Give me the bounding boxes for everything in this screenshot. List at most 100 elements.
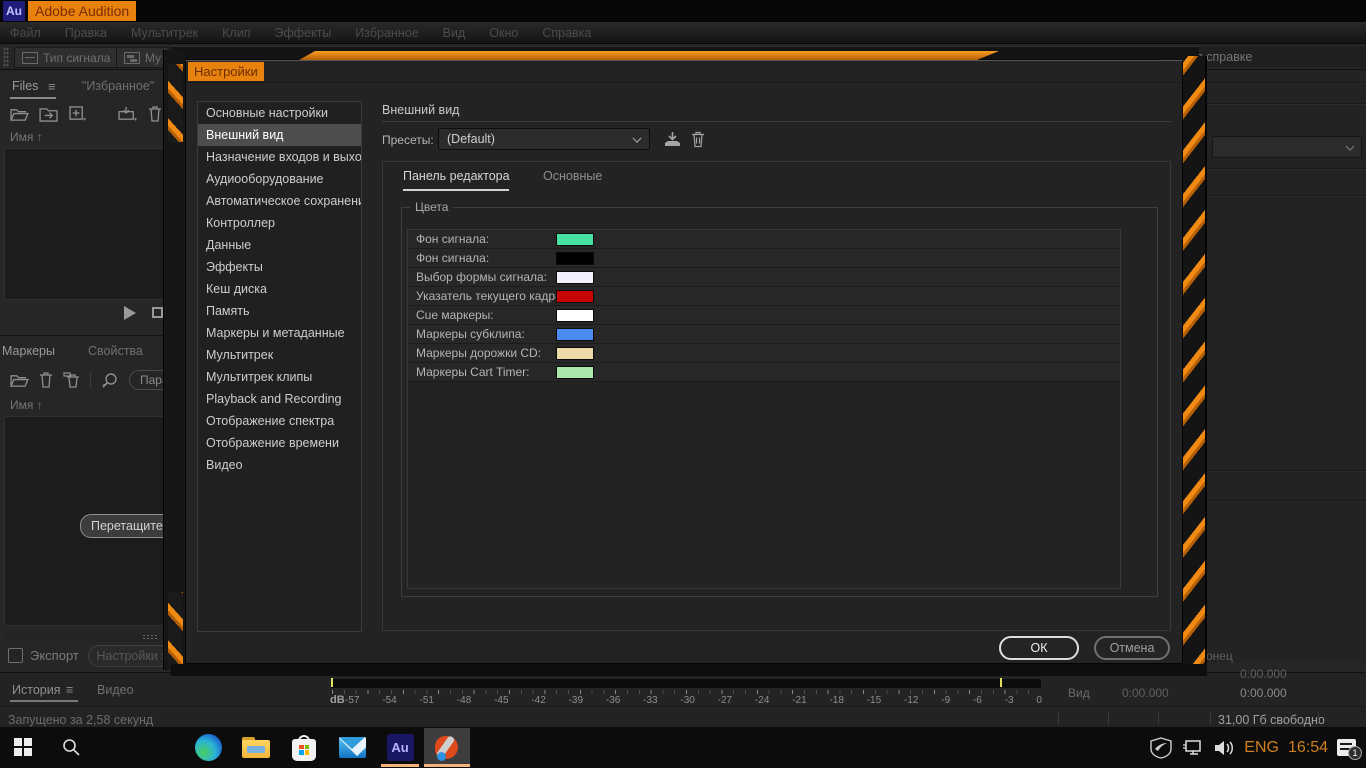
- trash-icon[interactable]: [148, 106, 162, 122]
- category-item[interactable]: Основные настройки: [198, 102, 361, 124]
- markers-name-column-header[interactable]: Имя ↑: [10, 398, 43, 412]
- category-item[interactable]: Playback and Recording: [198, 388, 361, 410]
- files-panel-menu-icon[interactable]: ≡: [48, 79, 56, 94]
- category-item[interactable]: Кеш диска: [198, 278, 361, 300]
- panel-divider: [1206, 470, 1366, 471]
- batch-export-icon[interactable]: [118, 106, 138, 122]
- presets-dropdown[interactable]: (Default): [438, 128, 650, 150]
- play-button[interactable]: [124, 306, 136, 320]
- color-setting-row[interactable]: Фон сигнала:: [408, 230, 1120, 249]
- save-preset-icon[interactable]: [664, 131, 681, 148]
- color-setting-row[interactable]: Маркеры дорожки CD:: [408, 344, 1120, 363]
- tab-markers[interactable]: Маркеры: [2, 344, 55, 358]
- language-indicator[interactable]: ENG: [1244, 739, 1279, 757]
- color-swatch[interactable]: [556, 328, 594, 341]
- toolbar-grip[interactable]: [3, 47, 9, 67]
- color-swatch[interactable]: [556, 290, 594, 303]
- menu-item[interactable]: Избранное: [355, 26, 418, 40]
- menu-item[interactable]: Справка: [542, 26, 591, 40]
- menu-item[interactable]: Окно: [489, 26, 518, 40]
- taskbar-mail-icon[interactable]: [330, 728, 374, 767]
- category-item[interactable]: Автоматическое сохранение: [198, 190, 361, 212]
- category-item[interactable]: Данные: [198, 234, 361, 256]
- taskbar-explorer-icon[interactable]: [234, 728, 278, 767]
- menu-item[interactable]: Правка: [65, 26, 107, 40]
- ok-button[interactable]: ОК: [999, 636, 1079, 660]
- start-button[interactable]: [14, 738, 32, 756]
- scrollbar-grip[interactable]: [142, 634, 158, 640]
- tab-favorites[interactable]: "Избранное": [82, 79, 154, 93]
- files-list-empty[interactable]: [4, 148, 175, 300]
- category-item[interactable]: Отображение времени: [198, 432, 361, 454]
- open-folder-icon[interactable]: [10, 107, 29, 122]
- color-swatch[interactable]: [556, 252, 594, 265]
- stop-button[interactable]: [152, 307, 163, 318]
- color-setting-row[interactable]: Выбор формы сигнала:: [408, 268, 1120, 287]
- menu-item[interactable]: Файл: [10, 26, 41, 40]
- delete-preset-icon[interactable]: [691, 131, 705, 148]
- color-setting-row[interactable]: Маркеры Cart Timer:: [408, 363, 1120, 382]
- tab-files[interactable]: Files: [12, 79, 38, 93]
- color-swatch[interactable]: [556, 309, 594, 322]
- tab-editor-panel[interactable]: Панель редактора: [403, 169, 510, 183]
- menubar: Файл Правка Мультитрек Клип Эффекты Избранное…: [0, 22, 1366, 44]
- tab-video[interactable]: Видео: [97, 683, 134, 697]
- category-item[interactable]: Мультитрек клипы: [198, 366, 361, 388]
- network-tray-icon[interactable]: [1182, 739, 1204, 757]
- color-setting-row[interactable]: Cue маркеры:: [408, 306, 1120, 325]
- delete-all-markers-icon[interactable]: [63, 372, 80, 388]
- color-swatch[interactable]: [556, 233, 594, 246]
- colors-group-title: Цвета: [410, 200, 453, 214]
- color-swatch[interactable]: [556, 366, 594, 379]
- color-swatch[interactable]: [556, 347, 594, 360]
- taskbar-edge-icon[interactable]: [186, 728, 230, 767]
- color-setting-row[interactable]: Указатель текущего кадра:: [408, 287, 1120, 306]
- taskbar-audition-icon[interactable]: Au: [378, 728, 422, 767]
- category-item[interactable]: Эффекты: [198, 256, 361, 278]
- multitrack-view-button[interactable]: Му: [116, 47, 169, 68]
- category-item[interactable]: Аудиооборудование: [198, 168, 361, 190]
- waveform-view-button[interactable]: Тип сигнала: [14, 47, 118, 68]
- zoom-to-marker-icon[interactable]: [101, 372, 119, 389]
- menu-item[interactable]: Вид: [443, 26, 466, 40]
- tab-general[interactable]: Основные: [543, 169, 602, 183]
- category-item[interactable]: Память: [198, 300, 361, 322]
- import-files-icon[interactable]: [39, 107, 59, 122]
- category-item[interactable]: Отображение спектра: [198, 410, 361, 432]
- new-item-icon[interactable]: [69, 106, 87, 122]
- menu-item[interactable]: Мультитрек: [131, 26, 198, 40]
- category-item[interactable]: Назначение входов и выходов: [198, 146, 361, 168]
- volume-tray-icon[interactable]: [1213, 739, 1235, 757]
- delete-marker-icon[interactable]: [39, 372, 53, 388]
- cancel-button[interactable]: Отмена: [1094, 636, 1170, 660]
- history-panel-menu-icon[interactable]: ≡: [66, 683, 73, 697]
- taskbar-clock[interactable]: 16:54: [1288, 739, 1328, 757]
- color-setting-row[interactable]: Маркеры субклипа:: [408, 325, 1120, 344]
- taskbar-search-icon[interactable]: [62, 738, 80, 756]
- taskbar-active-app-icon[interactable]: [424, 728, 470, 767]
- files-name-column-header[interactable]: Имя ↑: [10, 130, 43, 144]
- category-item[interactable]: Мультитрек: [198, 344, 361, 366]
- background-dropdown[interactable]: [1212, 136, 1362, 158]
- category-item[interactable]: Контроллер: [198, 212, 361, 234]
- action-center-icon[interactable]: 1: [1337, 739, 1356, 756]
- horizontal-scrollbar[interactable]: [4, 633, 164, 641]
- color-setting-row[interactable]: Фон сигнала:: [408, 249, 1120, 268]
- color-swatch[interactable]: [556, 271, 594, 284]
- open-folder-icon[interactable]: [10, 373, 29, 388]
- export-checkbox[interactable]: [8, 648, 23, 663]
- dialog-frame-top[interactable]: [171, 46, 1199, 60]
- rog-tray-icon[interactable]: [1149, 737, 1173, 759]
- window-titlebar: Au Adobe Audition: [0, 0, 1366, 22]
- category-item[interactable]: Видео: [198, 454, 361, 476]
- tab-history[interactable]: История: [12, 683, 60, 697]
- menu-item[interactable]: Клип: [222, 26, 250, 40]
- category-item[interactable]: Маркеры и метаданные: [198, 322, 361, 344]
- meter-scale-labels: -57-54-51-48-45-42-39-36-33-30-27-24-21-…: [345, 695, 1042, 706]
- meter-tick-label: -9: [941, 695, 950, 706]
- level-meter[interactable]: dB -57-54-51-48-45-42-39-36-33-30-27-24-…: [330, 677, 1044, 707]
- menu-item[interactable]: Эффекты: [274, 26, 331, 40]
- category-item[interactable]: Внешний вид: [198, 124, 361, 146]
- taskbar-store-icon[interactable]: [282, 728, 326, 767]
- tab-properties[interactable]: Свойства: [88, 344, 143, 358]
